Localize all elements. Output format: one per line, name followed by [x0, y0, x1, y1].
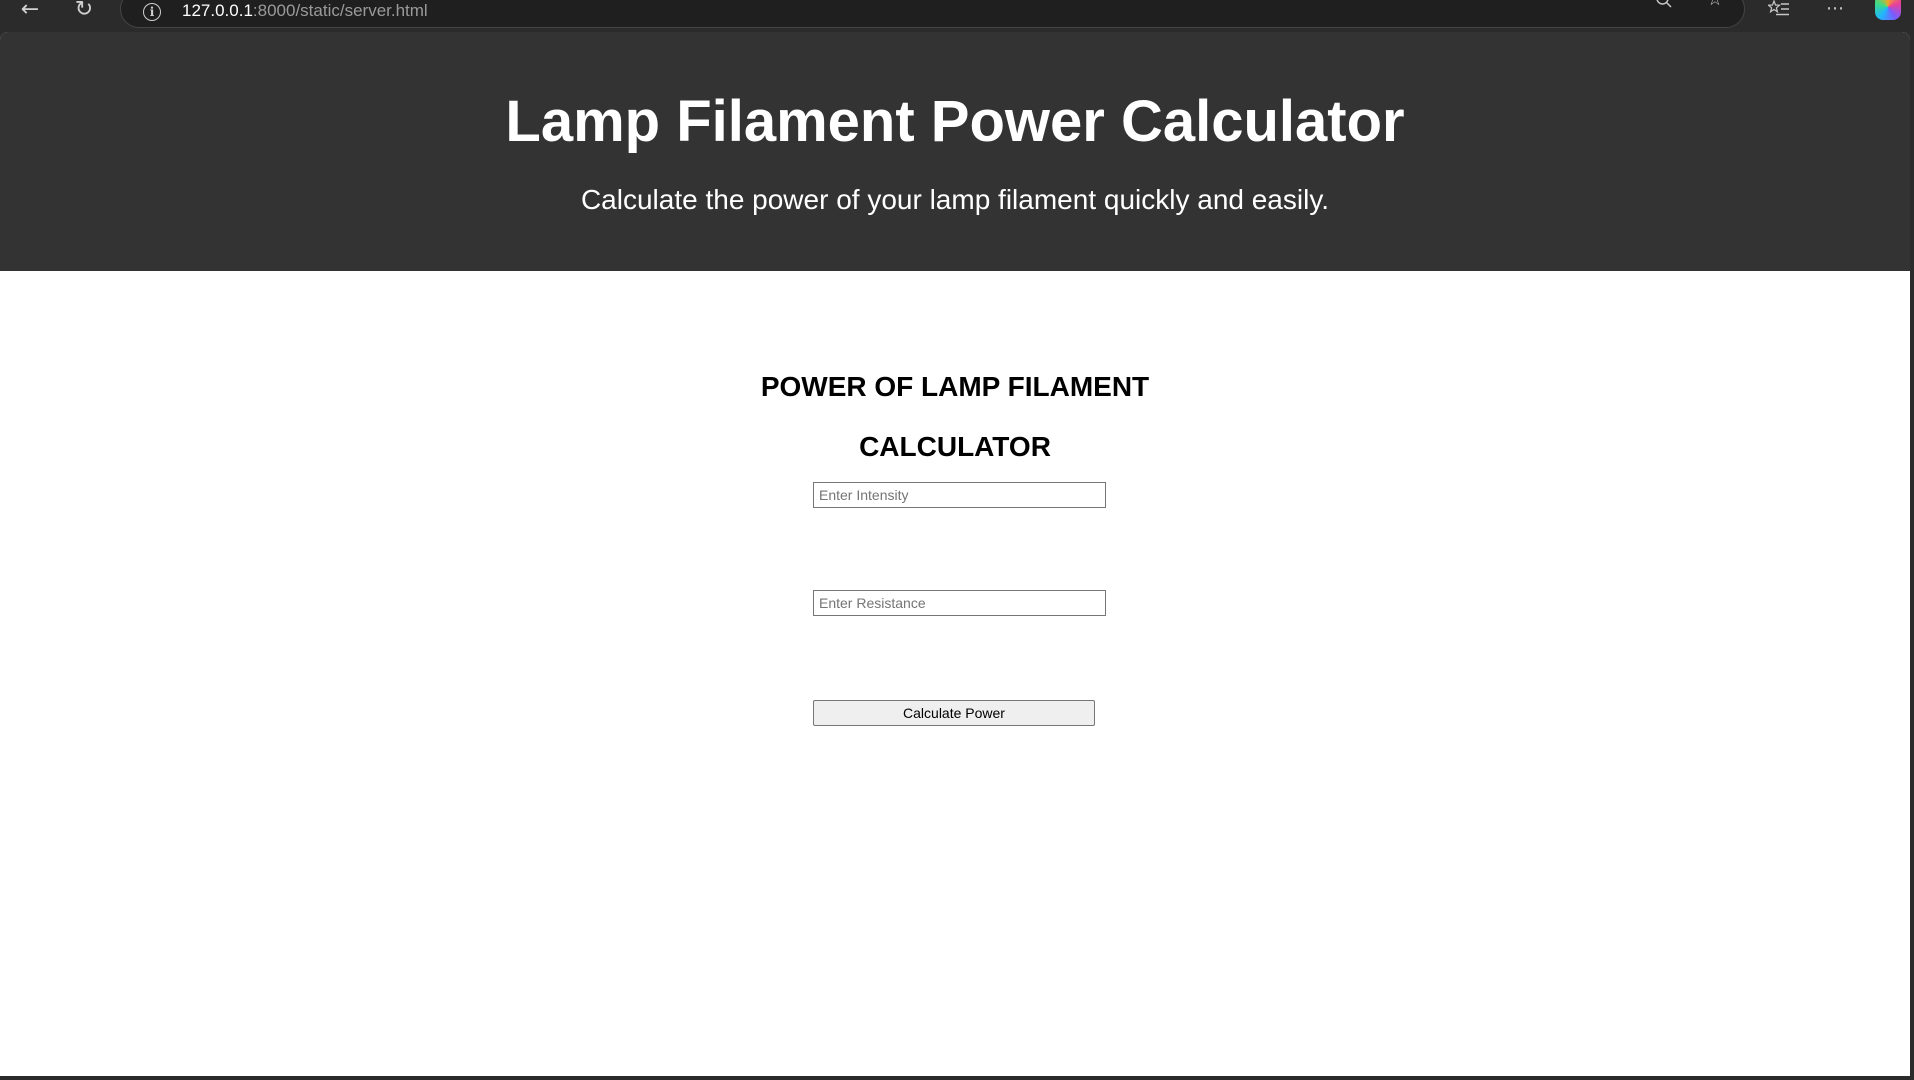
favorites-list-icon[interactable]	[1766, 0, 1792, 18]
calculate-power-button[interactable]: Calculate Power	[813, 700, 1095, 726]
url-host: 127.0.0.1	[182, 1, 253, 20]
address-bar[interactable]: i 127.0.0.1:8000/static/server.html ☆	[120, 0, 1745, 28]
page-title: Lamp Filament Power Calculator	[505, 89, 1405, 154]
browser-toolbar: ← ↻ i 127.0.0.1:8000/static/server.html …	[0, 0, 1914, 32]
resistance-input[interactable]	[813, 590, 1106, 616]
refresh-icon[interactable]: ↻	[70, 0, 98, 21]
favorite-star-icon[interactable]: ☆	[1702, 0, 1728, 9]
calculator-title-line2: CALCULATOR	[859, 431, 1051, 462]
url-path: :8000/static/server.html	[252, 1, 428, 20]
calculator-title: POWER OF LAMP FILAMENT CALCULATOR	[0, 357, 1910, 477]
back-icon[interactable]: ←	[16, 0, 44, 21]
zoom-out-icon[interactable]	[1651, 0, 1677, 9]
site-header: Lamp Filament Power Calculator Calculate…	[0, 32, 1910, 271]
page-subtitle: Calculate the power of your lamp filamen…	[580, 184, 1330, 215]
intensity-input[interactable]	[813, 482, 1106, 508]
url-text[interactable]: 127.0.0.1:8000/static/server.html	[182, 1, 428, 21]
page-viewport: Lamp Filament Power Calculator Calculate…	[0, 32, 1910, 1076]
more-options-icon[interactable]: ⋯	[1822, 0, 1848, 18]
calculator-title-line1: POWER OF LAMP FILAMENT	[760, 371, 1150, 402]
calculator-section: POWER OF LAMP FILAMENT CALCULATOR Calcul…	[0, 271, 1910, 1076]
copilot-icon[interactable]	[1875, 0, 1901, 20]
info-icon[interactable]: i	[143, 3, 161, 21]
